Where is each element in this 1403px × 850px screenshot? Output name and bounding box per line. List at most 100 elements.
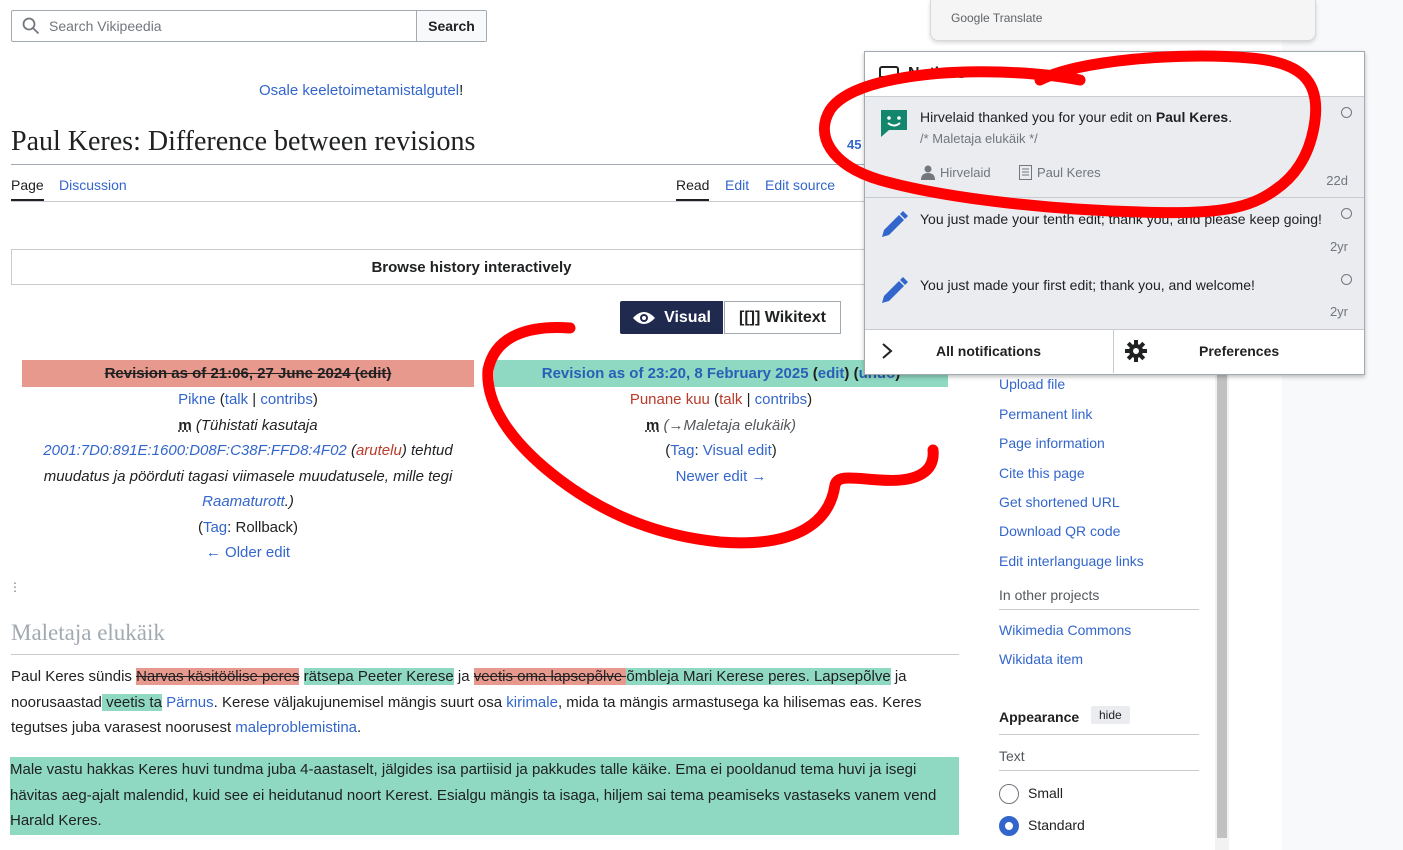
notices-title: Notices: [908, 65, 966, 82]
old-tag-label[interactable]: Tag: [203, 519, 227, 536]
site-notice-suffix: !: [459, 82, 464, 99]
search-placeholder: Search Vikipeedia: [49, 18, 162, 34]
all-notifications-button[interactable]: All notifications: [936, 343, 1041, 359]
sidebar-item-commons[interactable]: Wikimedia Commons: [999, 622, 1131, 638]
diff-options-icon[interactable]: ⋮: [9, 580, 21, 594]
link-maleproblemistina[interactable]: maleproblemistina: [235, 719, 357, 736]
old-user-contribs[interactable]: contribs: [260, 391, 313, 408]
radio-standard[interactable]: [999, 816, 1019, 836]
google-translate-label: Google Translate: [951, 11, 1043, 25]
old-user-talk[interactable]: talk: [225, 391, 248, 408]
diff-paragraph-1: Paul Keres sündis Narvas käsitöölise per…: [11, 668, 922, 736]
footer-divider: [1113, 329, 1114, 373]
text-size-heading: Text: [999, 748, 1025, 764]
mark-read-icon[interactable]: [1341, 274, 1352, 285]
older-edit-link[interactable]: ← Older edit: [206, 544, 290, 561]
visual-diff-button[interactable]: Visual: [620, 301, 723, 334]
new-tag[interactable]: Visual edit: [703, 442, 772, 459]
sidebar-item-cite[interactable]: Cite this page: [999, 465, 1085, 481]
notification-age: 2yr: [1329, 304, 1348, 319]
notification-item[interactable]: You just made your tenth edit; thank you…: [865, 198, 1364, 265]
sidebar-item-short-url[interactable]: Get shortened URL: [999, 494, 1120, 510]
sidebar-item-qr-code[interactable]: Download QR code: [999, 523, 1120, 539]
deleted-text: Narvas käsitöölise peres: [136, 668, 300, 685]
link-parnus[interactable]: Pärnus: [166, 694, 214, 711]
site-notice-link[interactable]: Osale keeletoimetamistalgutel: [259, 82, 459, 99]
article-icon: [1019, 165, 1032, 180]
notification-message: You just made your tenth edit; thank you…: [920, 211, 1322, 227]
tab-edit[interactable]: Edit: [725, 177, 749, 193]
new-summary: (→Maletaja elukäik): [663, 416, 797, 434]
old-summary-ip[interactable]: 2001:7D0:891E:1600:D08F:C38F:FFD8:4F02: [43, 442, 347, 459]
browse-history-button[interactable]: Browse history interactively: [11, 249, 932, 285]
appearance-hide-button[interactable]: hide: [1091, 706, 1130, 724]
user-icon: [921, 165, 935, 180]
other-projects-heading: In other projects: [999, 587, 1100, 603]
new-revision-edit[interactable]: edit: [818, 365, 845, 382]
tab-edit-source[interactable]: Edit source: [765, 177, 835, 193]
gear-icon: [1125, 340, 1147, 362]
newer-edit-link[interactable]: Newer edit →: [676, 468, 767, 485]
new-revision-title[interactable]: Revision as of 23:20, 8 February 2025: [542, 365, 809, 382]
notification-item[interactable]: Hirvelaid thanked you for your edit on P…: [865, 97, 1364, 198]
preferences-button[interactable]: Preferences: [1199, 343, 1279, 359]
sidebar-item-interlanguage[interactable]: Edit interlanguage links: [999, 553, 1144, 569]
notification-user[interactable]: Hirvelaid: [921, 165, 991, 180]
tab-discussion[interactable]: Discussion: [59, 177, 127, 193]
sidebar-item-page-information[interactable]: Page information: [999, 435, 1105, 451]
visual-diff-label: Visual: [664, 308, 711, 326]
radio-small[interactable]: [999, 784, 1019, 804]
new-tag-label[interactable]: Tag: [670, 442, 694, 459]
old-tag: Rollback: [235, 518, 294, 536]
link-kirimale[interactable]: kirimale: [506, 694, 558, 711]
old-summary-user[interactable]: Raamaturott: [202, 493, 285, 510]
old-revision-info: Pikne (talk | contribs) m (Tühistati kas…: [43, 391, 453, 561]
tray-icon: [879, 66, 899, 84]
notices-popup: Notices Hirvelaid thanked you for your e…: [864, 51, 1365, 375]
old-revision-title[interactable]: Revision as of 21:06, 27 June 2024 (edit…: [105, 365, 392, 382]
inserted-text: rätsepa Peeter Kerese: [303, 668, 454, 685]
new-user-contribs[interactable]: contribs: [755, 391, 808, 408]
mark-read-icon[interactable]: [1341, 208, 1352, 219]
site-notice: Osale keeletoimetamistalgutel!: [259, 82, 463, 99]
inserted-text: õmbleja Mari Kerese peres. Lapsepõlve: [626, 668, 891, 685]
wikitext-diff-button[interactable]: [[]] Wikitext: [724, 301, 841, 334]
notices-footer: All notifications Preferences: [865, 329, 1364, 373]
page-title: Paul Keres: Difference between revisions: [11, 126, 476, 157]
inserted-paragraph: Male vastu hakkas Keres huvi tundma juba…: [10, 757, 959, 835]
pencil-icon: [882, 277, 908, 303]
new-revision-user[interactable]: Punane kuu: [630, 391, 710, 408]
notification-item[interactable]: You just made your first edit; thank you…: [865, 264, 1364, 330]
new-minor-edit-marker: m: [645, 416, 660, 434]
sidebar-divider: [999, 609, 1199, 610]
sidebar-item-upload-file[interactable]: Upload file: [999, 376, 1065, 392]
sidebar-divider: [999, 770, 1199, 771]
old-summary-end: .): [284, 493, 294, 510]
sidebar-item-wikidata[interactable]: Wikidata item: [999, 651, 1083, 667]
sidebar-scrollbar-thumb[interactable]: [1217, 370, 1227, 838]
new-revision-info: Punane kuu (talk | contribs) m (→Maletaj…: [629, 391, 813, 485]
search-icon: [22, 17, 40, 35]
tab-read[interactable]: Read: [676, 177, 710, 201]
notification-age: 2yr: [1329, 239, 1348, 254]
tabs-divider: [11, 201, 871, 202]
old-summary-ip-talk[interactable]: arutelu: [356, 442, 402, 459]
sidebar-divider: [999, 734, 1199, 735]
thanks-icon: [881, 110, 907, 137]
deleted-text: veetis oma lapsepõlve: [473, 668, 627, 685]
chevron-right-icon: [882, 343, 893, 359]
title-divider: [11, 164, 871, 165]
notification-message: You just made your first edit; thank you…: [920, 277, 1255, 293]
old-revision-user[interactable]: Pikne: [178, 391, 216, 408]
search-button[interactable]: Search: [416, 11, 486, 41]
notification-page[interactable]: Paul Keres: [1019, 165, 1101, 180]
tab-page[interactable]: Page: [11, 177, 44, 201]
appearance-heading: Appearance: [999, 709, 1080, 725]
mark-read-icon[interactable]: [1341, 107, 1352, 118]
sidebar-item-permanent-link[interactable]: Permanent link: [999, 406, 1092, 422]
search-input[interactable]: Search Vikipeedia: [12, 11, 416, 41]
old-revision-header[interactable]: Revision as of 21:06, 27 June 2024 (edit…: [22, 360, 474, 387]
new-user-talk[interactable]: talk: [719, 391, 742, 408]
revision-count-link[interactable]: 45: [847, 137, 861, 152]
radio-standard-label: Standard: [1028, 817, 1085, 833]
